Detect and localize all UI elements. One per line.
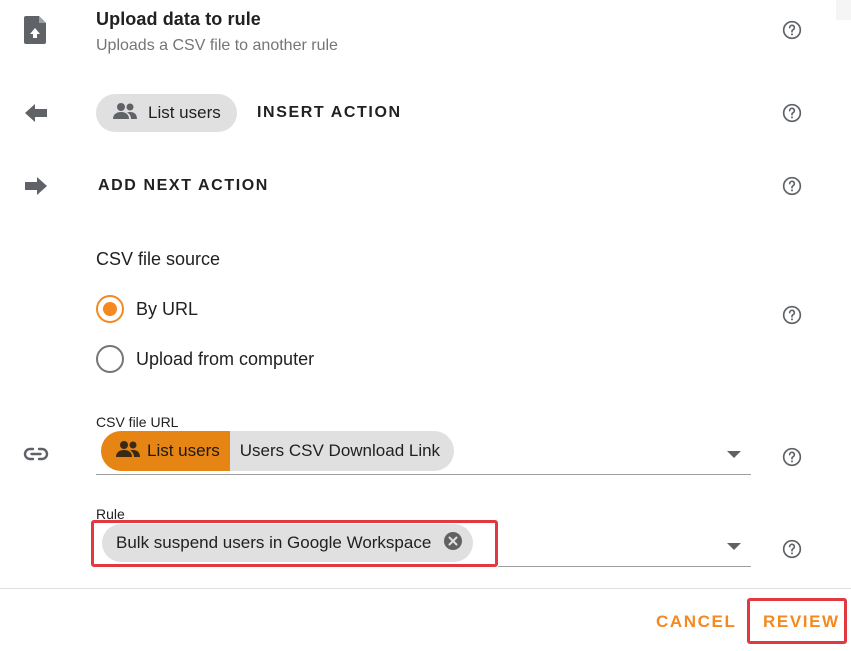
rule-chip[interactable]: Bulk suspend users in Google Workspace xyxy=(102,524,474,562)
footer-divider xyxy=(0,588,851,589)
file-upload-icon xyxy=(24,16,48,49)
value-segment: Users CSV Download Link xyxy=(229,431,455,471)
arrow-left-icon xyxy=(25,103,47,128)
insert-action-button[interactable]: INSERT ACTION xyxy=(257,104,402,122)
help-icon[interactable] xyxy=(782,447,802,472)
rule-chip-label: Bulk suspend users in Google Workspace xyxy=(116,533,432,552)
csv-source-label: CSV file source xyxy=(96,249,221,269)
field-underline xyxy=(96,474,751,475)
review-button[interactable]: REVIEW xyxy=(763,612,840,632)
radio-button-checked[interactable] xyxy=(96,295,124,323)
radio-by-url[interactable]: By URL xyxy=(96,295,198,323)
help-icon[interactable] xyxy=(782,539,802,564)
link-icon xyxy=(23,446,49,467)
field-underline xyxy=(498,566,751,567)
page-subtitle: Uploads a CSV file to another rule xyxy=(96,37,338,54)
remove-icon[interactable] xyxy=(443,531,463,556)
csv-url-chip[interactable]: List users Users CSV Download Link xyxy=(101,431,455,471)
help-icon[interactable] xyxy=(782,20,802,45)
source-segment: List users xyxy=(101,431,230,471)
radio-label: By URL xyxy=(136,298,199,319)
source-label: List users xyxy=(147,441,220,460)
help-icon[interactable] xyxy=(782,176,802,201)
help-icon[interactable] xyxy=(782,305,802,330)
add-next-action-button[interactable]: ADD NEXT ACTION xyxy=(98,177,269,195)
dropdown-arrow-icon[interactable] xyxy=(727,543,741,550)
list-users-chip[interactable]: List users xyxy=(96,94,237,132)
people-icon xyxy=(115,440,141,463)
help-icon[interactable] xyxy=(782,103,802,128)
scrollbar-hint xyxy=(836,0,851,20)
csv-url-label: CSV file URL xyxy=(96,414,179,430)
chip-label: List users xyxy=(148,103,221,122)
cancel-button[interactable]: CANCEL xyxy=(656,612,736,632)
radio-upload-computer[interactable]: Upload from computer xyxy=(96,345,314,373)
people-icon xyxy=(112,102,138,125)
radio-label: Upload from computer xyxy=(136,348,315,369)
arrow-right-icon xyxy=(25,176,47,201)
value-label: Users CSV Download Link xyxy=(239,441,441,460)
radio-button[interactable] xyxy=(96,345,124,373)
dropdown-arrow-icon[interactable] xyxy=(727,451,741,458)
page-title: Upload data to rule xyxy=(96,9,261,29)
